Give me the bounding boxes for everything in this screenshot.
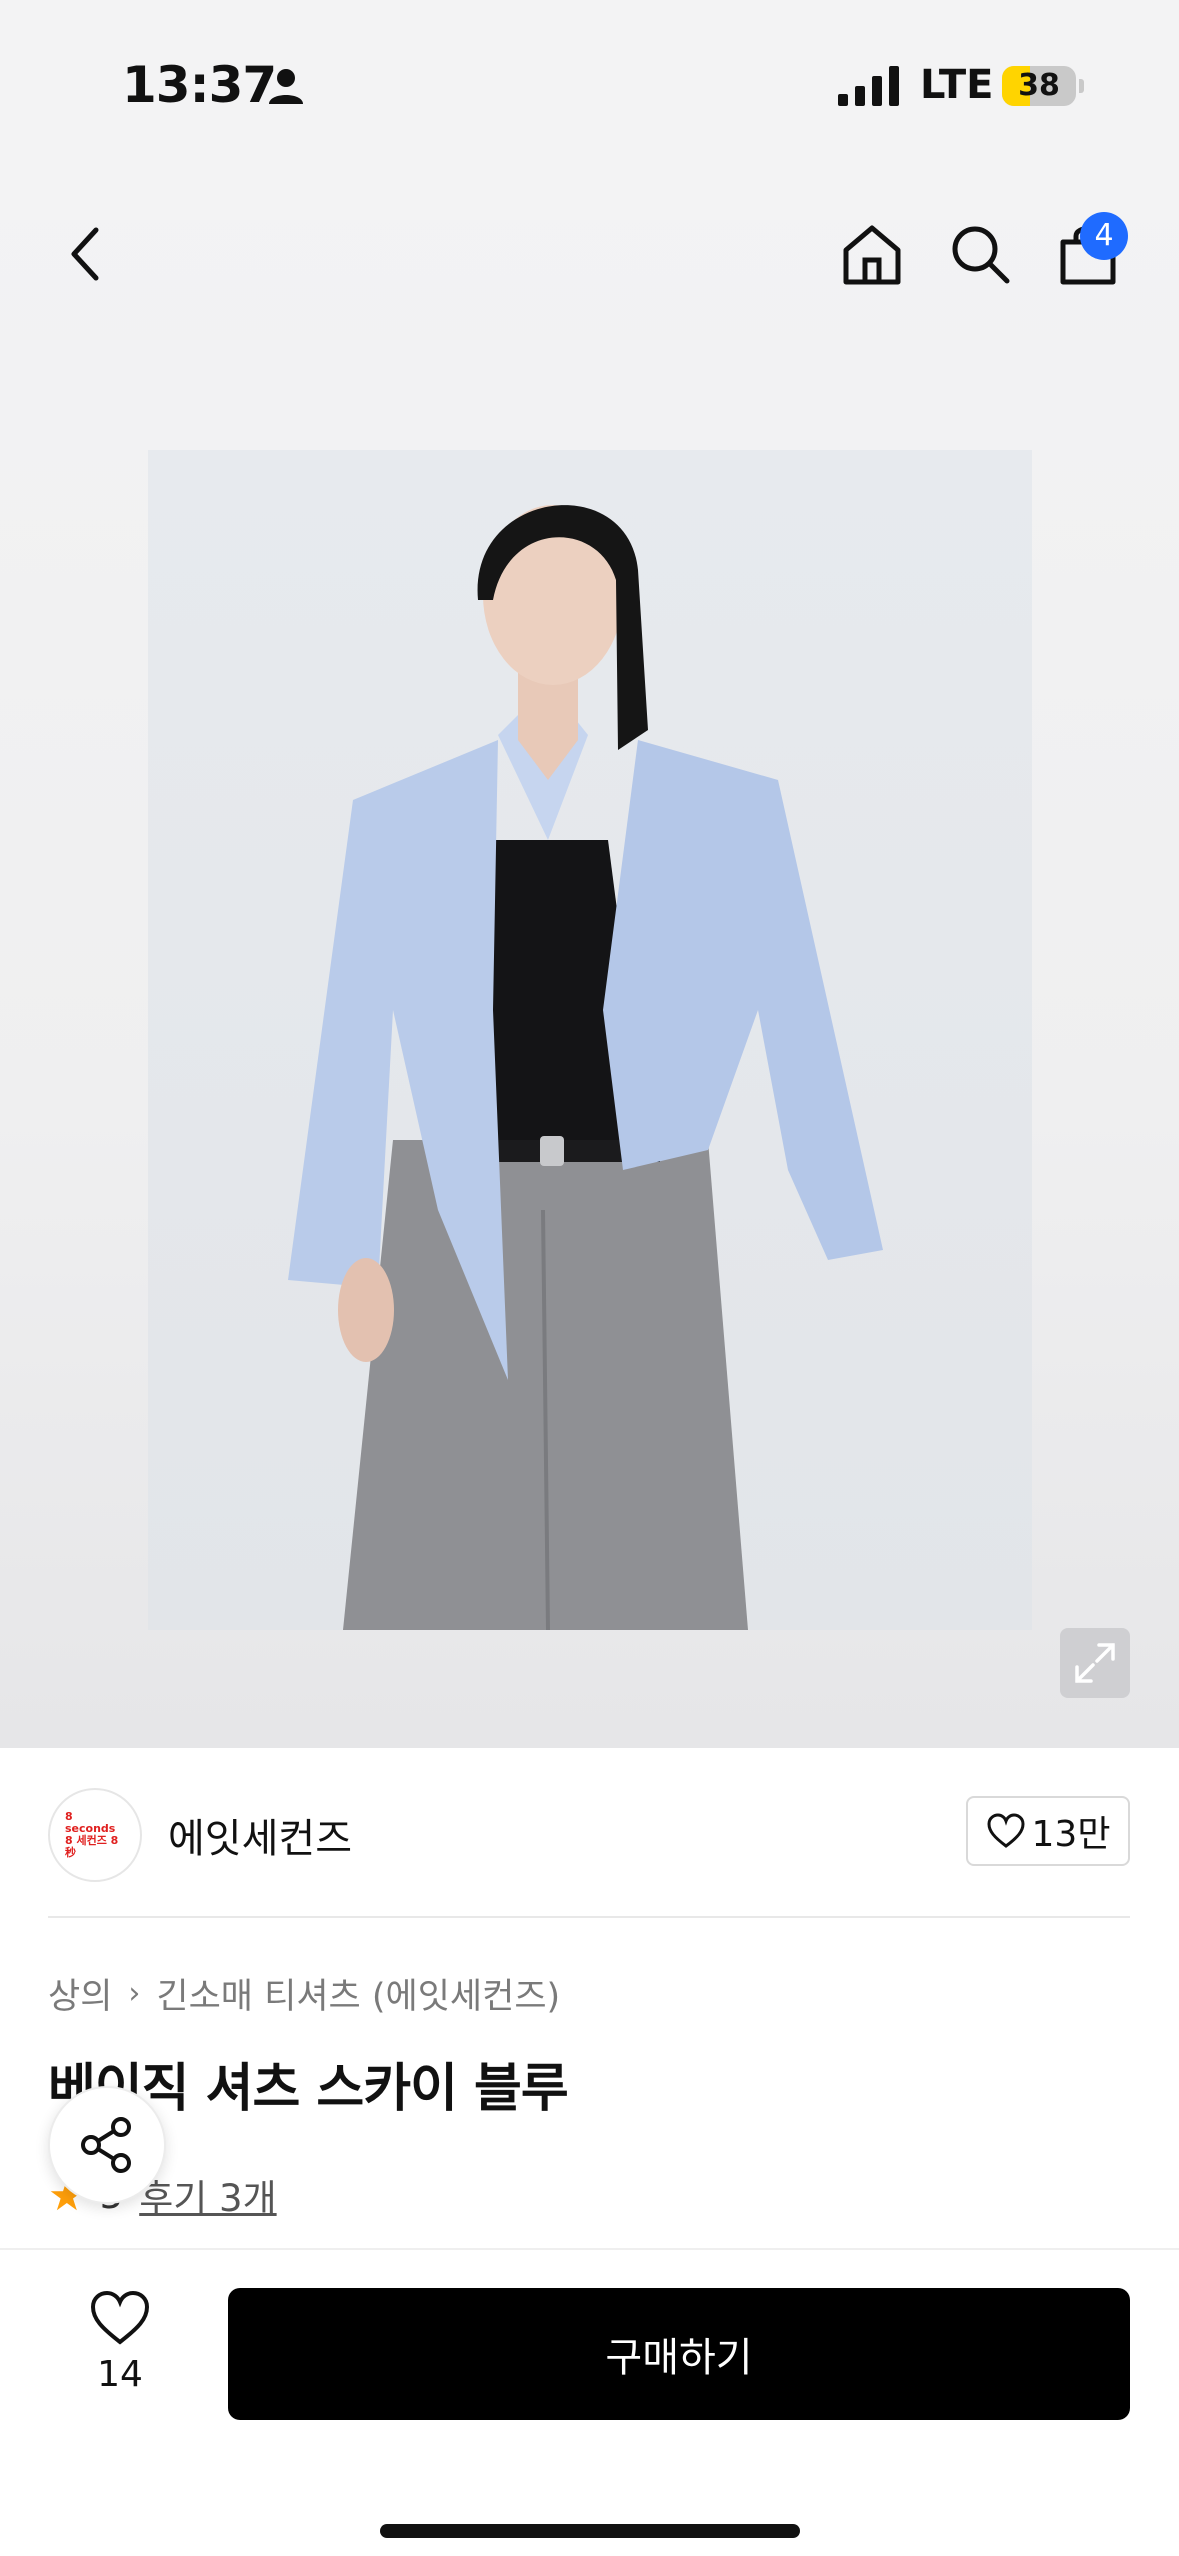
- bottom-action-bar: 14 구매하기: [0, 2248, 1179, 2556]
- product-photo-illustration: [288, 505, 883, 1630]
- wish-count: 14: [97, 2354, 143, 2395]
- brand-like-button[interactable]: 13만: [966, 1796, 1130, 1866]
- search-button[interactable]: [940, 214, 1020, 294]
- buy-button[interactable]: 구매하기: [228, 2288, 1130, 2420]
- person-icon: [269, 69, 303, 104]
- breadcrumb: 상의 › 긴소매 티셔츠 (에잇세컨즈): [48, 1968, 560, 2019]
- breadcrumb-subcategory[interactable]: 긴소매 티셔츠 (에잇세컨즈): [156, 1968, 560, 2019]
- heart-icon: [987, 1813, 1025, 1848]
- review-link[interactable]: 후기 3개: [139, 2168, 276, 2222]
- product-image[interactable]: [148, 450, 1032, 1630]
- network-label: LTE: [920, 62, 994, 108]
- divider: [48, 1916, 1130, 1918]
- expand-icon: [1075, 1643, 1115, 1683]
- home-button[interactable]: [832, 214, 912, 294]
- status-bar: 13:37 LTE 38: [0, 0, 1179, 160]
- battery-icon: 38: [1002, 66, 1084, 106]
- brand-like-count: 13만: [1031, 1814, 1111, 1855]
- product-hero: 4: [0, 160, 1179, 1748]
- home-icon: [843, 225, 901, 285]
- share-button[interactable]: [48, 2086, 166, 2204]
- wish-button[interactable]: 14: [72, 2290, 168, 2420]
- search-icon: [952, 226, 1010, 284]
- brand-logo-text: 8 seconds 8 세컨즈 8 秒: [65, 1810, 119, 1859]
- share-icon: [81, 2117, 131, 2173]
- brand-row: 8 seconds 8 세컨즈 8 秒 에잇세컨즈 13만: [0, 1748, 1179, 1918]
- chevron-left-icon: [71, 227, 99, 281]
- battery-level: 38: [1018, 68, 1060, 103]
- heart-icon: [90, 2290, 150, 2345]
- status-time: 13:37: [122, 56, 277, 114]
- cart-count-badge: 4: [1080, 212, 1128, 260]
- signal-icon: [838, 66, 899, 106]
- chevron-right-icon: ›: [128, 1976, 141, 2011]
- expand-image-button[interactable]: [1060, 1628, 1130, 1698]
- brand-logo[interactable]: 8 seconds 8 세컨즈 8 秒: [48, 1788, 142, 1882]
- home-indicator: [380, 2524, 800, 2538]
- breadcrumb-category[interactable]: 상의: [48, 1968, 112, 2019]
- back-button[interactable]: [46, 214, 126, 294]
- brand-name[interactable]: 에잇세컨즈: [168, 1806, 352, 1864]
